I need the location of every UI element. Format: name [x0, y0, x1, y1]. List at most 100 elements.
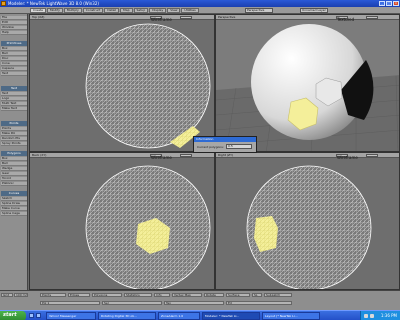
quick-launch-icon[interactable] [36, 313, 41, 318]
tool-cone[interactable]: Cone [1, 62, 27, 66]
view-type-dropdown[interactable]: Wireframe [150, 16, 172, 22]
tool-make-curve[interactable]: Make Curve [1, 207, 27, 211]
tool-ball[interactable]: Ball [1, 52, 27, 56]
render-mode-dropdown[interactable] [180, 16, 192, 19]
view-type-dropdown[interactable]: Wireframe [150, 154, 172, 160]
vertex-map-button[interactable]: Vertex Map [172, 293, 202, 297]
surface-button[interactable]: Surface [226, 293, 250, 297]
menu-file[interactable]: File [1, 16, 27, 20]
menu-window[interactable]: Window [1, 26, 27, 30]
tab-view[interactable]: View [167, 8, 181, 13]
taskbar-item-yahoo[interactable]: Yahoo! Messenger [46, 312, 96, 320]
maximize-icon[interactable]: □ [386, 1, 392, 6]
command-tabs: Create Modify Multiply Construct Detail … [30, 8, 199, 13]
quick-launch-icon[interactable] [29, 313, 34, 318]
tray-icon[interactable] [370, 314, 374, 318]
view-type-dropdown[interactable]: Wireframe [336, 154, 358, 160]
tool-sketch[interactable]: Sketch [1, 197, 27, 201]
dialog-label: Current polygons: [197, 145, 224, 149]
wireframe-sphere [85, 165, 211, 289]
viewport-caption: Back (XY) [32, 153, 47, 157]
section-points: Points [1, 121, 27, 126]
tab-detail[interactable]: Detail [104, 8, 120, 13]
layer-dropdown[interactable]: Unnamed Layer [300, 8, 328, 13]
render-mode-dropdown[interactable] [366, 154, 378, 157]
clock: 1:36 PM [380, 313, 397, 318]
dialog-title[interactable]: Information [194, 137, 256, 142]
render-mode-dropdown[interactable] [366, 16, 378, 19]
minimize-icon[interactable]: _ [379, 1, 385, 6]
tab-construct[interactable]: Construct [82, 8, 104, 13]
tab-map[interactable]: Map [120, 8, 133, 13]
tool-panel: File Edit Window Help Primitives Box Bal… [0, 14, 28, 290]
title-bar: Modeler: * NewTek LightWave 3D 8.0 (Win3… [0, 0, 400, 7]
status-cell: Tex [164, 301, 224, 305]
tool-ball-2[interactable]: Ball [1, 162, 27, 166]
tool-text[interactable]: Text [1, 72, 27, 76]
tool-toroid[interactable]: Toroid [1, 177, 27, 181]
tool-points[interactable]: Points [1, 127, 27, 131]
mode-points[interactable]: Points [40, 293, 66, 297]
tab-multiply[interactable]: Multiply [63, 8, 82, 13]
viewport-back[interactable]: Back (XY) Wireframe [29, 152, 215, 290]
window-title: Modeler: * NewTek LightWave 3D 8.0 (Win3… [8, 1, 99, 6]
view-type-dropdown[interactable]: Textured [336, 16, 354, 22]
wireframe-sphere [246, 165, 372, 289]
tool-disc[interactable]: Disc [1, 57, 27, 61]
tool-logo[interactable]: Logo [1, 97, 27, 101]
subpatch-button[interactable]: Subpatch [264, 293, 292, 297]
status-cell: Ed [226, 301, 292, 305]
taskbar-item-layout[interactable]: Layout (* NewTek Li... [262, 312, 320, 320]
taskbar-item-zonealarm[interactable]: ZoneAlarm 1.0 [158, 312, 200, 320]
tab-utilities[interactable]: Utilities [181, 8, 199, 13]
viewport-dropdown[interactable]: Perspective [245, 8, 273, 13]
tab-display[interactable]: Display [149, 8, 167, 13]
viewport-right[interactable]: Right (ZY) Wireframe [215, 152, 400, 290]
tab-create[interactable]: Create [30, 8, 46, 13]
tray-icon[interactable] [364, 314, 368, 318]
render-mode-dropdown[interactable] [180, 154, 192, 157]
tab-setup[interactable]: Setup [133, 8, 149, 13]
tool-multi-text[interactable]: Multi Text [1, 102, 27, 106]
mode-edges[interactable]: Edges [68, 293, 90, 297]
section-primitives: Primitives [1, 41, 27, 46]
status-cell: Pol 1 [40, 301, 100, 305]
information-dialog: Information Current polygons: 0.5 [193, 136, 257, 153]
taskbar-item-browser[interactable]: Rotating Digital 3D ob... [98, 312, 156, 320]
menu-help[interactable]: Help [1, 31, 27, 35]
dialog-value-field[interactable]: 0.5 [226, 144, 252, 149]
info-button[interactable]: Info [154, 293, 170, 297]
mode-polygons[interactable]: Polygons [92, 293, 122, 297]
wireframe-sphere [85, 23, 211, 149]
viewport-top[interactable]: Top (XZ) Wireframe [29, 14, 215, 152]
shaded-soccer-ball [216, 24, 399, 151]
tool-text-2[interactable]: Text [1, 92, 27, 96]
system-tray: 1:36 PM [360, 311, 400, 320]
viewport-perspective[interactable]: Perspective Textured [215, 14, 400, 152]
tool-spline-draw[interactable]: Spline Draw [1, 202, 27, 206]
tool-platonic[interactable]: Platonic [1, 182, 27, 186]
tool-capsule[interactable]: Capsule [1, 67, 27, 71]
section-text: Text [1, 86, 27, 91]
tool-gear[interactable]: Gear [1, 172, 27, 176]
tool-spray-points[interactable]: Spray Points [1, 142, 27, 146]
rotate-button[interactable]: Rotate [204, 293, 224, 297]
tool-box[interactable]: Box [1, 47, 27, 51]
status-cell: Sel [102, 301, 162, 305]
tool-box-2[interactable]: Box [1, 157, 27, 161]
taskbar-item-modeler[interactable]: Modeler: * NewTek LI... [202, 312, 260, 320]
viewport-caption: Right (ZY) [218, 153, 234, 157]
tool-random-pts[interactable]: Random Pts [1, 137, 27, 141]
menu-edit[interactable]: Edit [1, 21, 27, 25]
tool-wedge[interactable]: Wedge [1, 167, 27, 171]
section-curves: Curves [1, 191, 27, 196]
tab-modify[interactable]: Modify [46, 8, 63, 13]
start-button[interactable]: start [0, 311, 26, 320]
tool-make-text[interactable]: Make Text [1, 107, 27, 111]
sl-button[interactable]: SL [252, 293, 262, 297]
statistics-button[interactable]: Statistics [124, 293, 152, 297]
close-icon[interactable]: × [393, 1, 399, 6]
viewport-caption: Top (XZ) [32, 15, 45, 19]
tool-spline-cage[interactable]: Spline Cage [1, 212, 27, 216]
tool-make-pol[interactable]: Make Pol [1, 132, 27, 136]
